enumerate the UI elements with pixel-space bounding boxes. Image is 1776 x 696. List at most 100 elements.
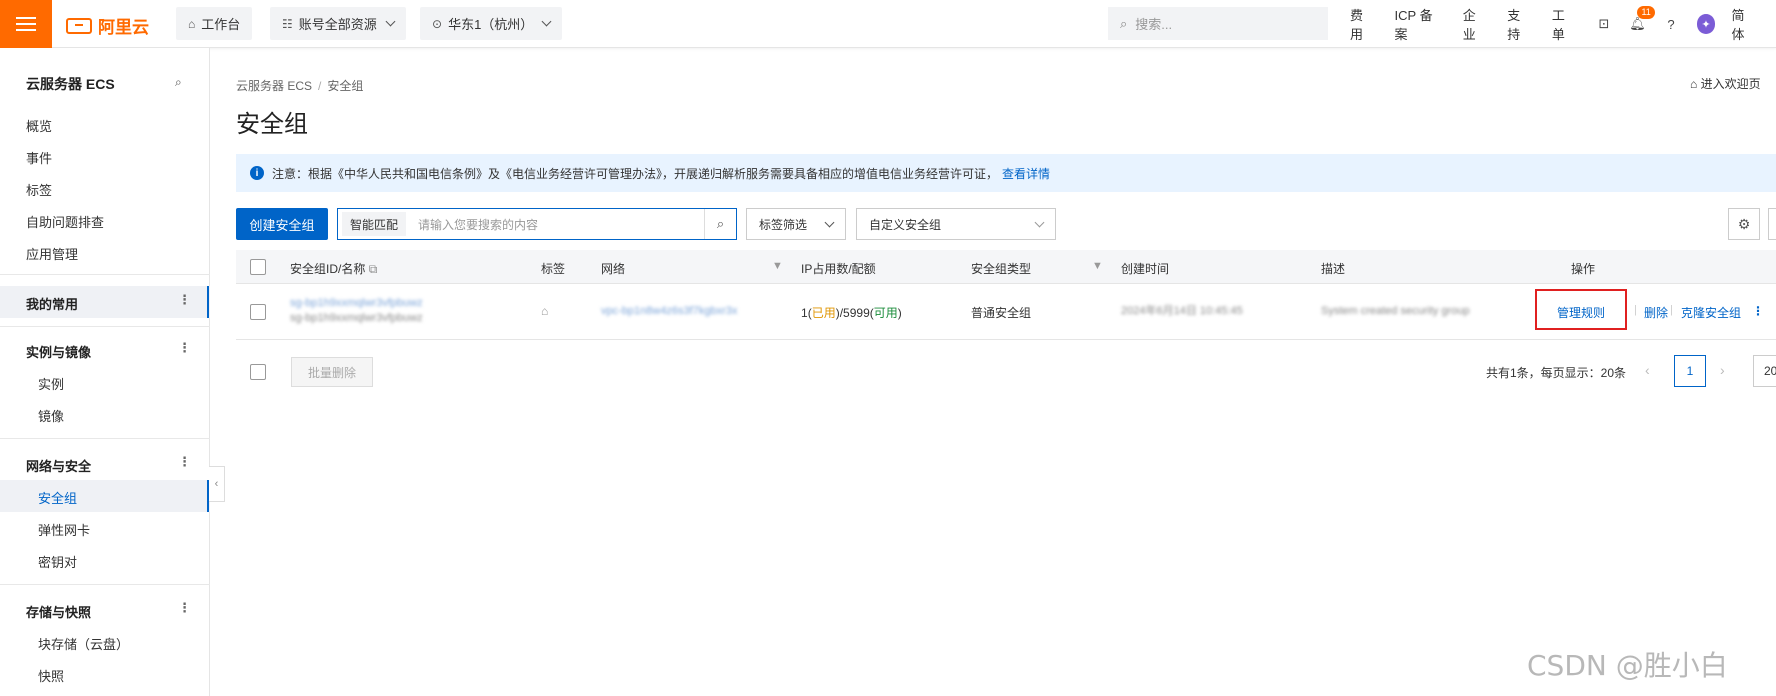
sidebar-item-security-group-row[interactable]: [0, 480, 210, 512]
chevron-down-icon: [1034, 217, 1045, 227]
created-time: 2024年6月14日 10:45:45: [1121, 305, 1243, 317]
chevron-left-icon: ‹: [214, 478, 219, 490]
sidebar-item-instances[interactable]: 实例: [38, 374, 64, 393]
col-header-network: 网络: [601, 262, 626, 276]
tag-filter-dropdown[interactable]: 标签筛选: [746, 208, 846, 240]
sidebar-group-storage-snapshots[interactable]: 存储与快照: [26, 602, 91, 621]
notice-details-link[interactable]: 查看详情: [1002, 165, 1050, 182]
sidebar: 云服务器 ECS ⌕ 概览 事件 标签 自助问题排查 应用管理 我的常用 ⋮ 实…: [0, 48, 210, 696]
breadcrumb-current: 安全组: [327, 79, 364, 93]
more-icon[interactable]: ⋮: [178, 455, 191, 468]
sidebar-item-overview[interactable]: 概览: [26, 116, 52, 135]
breadcrumb: 云服务器 ECS / 安全组: [236, 79, 364, 93]
sidebar-group-instances-images[interactable]: 实例与镜像: [26, 342, 91, 361]
bell-icon[interactable]: 🔔︎ 11: [1629, 6, 1655, 32]
vpc-link[interactable]: vpc-bp1n8w4z6s3f7kgbxr3x: [601, 304, 737, 319]
sidebar-item-eni[interactable]: 弹性网卡: [38, 520, 90, 539]
menu-icon: [16, 23, 36, 25]
manage-rules-link[interactable]: 管理规则: [1557, 304, 1605, 321]
sidebar-search-icon[interactable]: ⌕: [175, 75, 182, 90]
terminal-icon[interactable]: ⊡: [1596, 16, 1611, 32]
sidebar-item-troubleshoot[interactable]: 自助问题排查: [26, 212, 104, 231]
security-group-type: 普通安全组: [971, 306, 1032, 320]
more-icon[interactable]: ⋮: [178, 293, 191, 306]
sidebar-item-app-management[interactable]: 应用管理: [26, 244, 78, 263]
col-header-id: 安全组ID/名称 ⧉: [290, 262, 378, 276]
aliyun-logo-icon: [66, 17, 92, 34]
ip-quota-value: 1(已用)/5999(可用): [801, 306, 902, 320]
more-actions-icon[interactable]: ⋮: [1752, 304, 1764, 318]
sidebar-group-network-security[interactable]: 网络与安全: [26, 456, 91, 475]
hamburger-menu-button[interactable]: [0, 0, 52, 48]
search-box: 智能匹配 请输入您要搜索的内容 ⌕: [337, 208, 737, 240]
welcome-page-link[interactable]: ⌂ 进入欢迎页: [1690, 75, 1761, 92]
col-header-ip-quota: IP占用数/配额: [801, 262, 876, 276]
aliyun-logo[interactable]: 阿里云: [66, 13, 149, 38]
avatar[interactable]: ✦: [1696, 14, 1716, 34]
billing-link[interactable]: 费用: [1350, 5, 1375, 43]
download-button[interactable]: [1768, 208, 1776, 240]
enterprise-link[interactable]: 企业: [1463, 5, 1488, 43]
chevron-down-icon: [385, 16, 396, 27]
page-title: 安全组: [236, 111, 308, 138]
footer-select-all-checkbox[interactable]: [250, 364, 266, 380]
search-icon[interactable]: ⌕: [704, 209, 736, 239]
clone-security-group-link[interactable]: 克隆安全组: [1681, 304, 1741, 321]
filter-icon[interactable]: ▼: [772, 260, 783, 272]
sidebar-item-security-groups[interactable]: 安全组: [38, 488, 77, 507]
icp-link[interactable]: ICP 备案: [1395, 5, 1443, 43]
delete-link[interactable]: 删除: [1644, 304, 1668, 321]
sidebar-item-images[interactable]: 镜像: [38, 406, 64, 425]
location-icon: ⊙: [432, 16, 443, 31]
tag-icon[interactable]: ⌂: [541, 304, 548, 318]
next-page-icon[interactable]: ›: [1720, 362, 1725, 378]
sidebar-item-events[interactable]: 事件: [26, 148, 52, 167]
top-navigation-bar: 阿里云 ⌂ 工作台 ☷ 账号全部资源 ⊙ 华东1（杭州） ⌕ 搜索... 费用 ICP …: [0, 0, 1776, 48]
sidebar-item-tags[interactable]: 标签: [26, 180, 52, 199]
filter-icon[interactable]: ▼: [1092, 260, 1103, 272]
table-header: 安全组ID/名称 ⧉ 标签 网络 ▼ IP占用数/配额 安全组类型 ▼ 创建时间…: [236, 250, 1776, 284]
sidebar-item-block-storage[interactable]: 块存储（云盘）: [38, 634, 129, 653]
language-switch[interactable]: 简体: [1731, 5, 1756, 43]
sidebar-group-favorites[interactable]: 我的常用: [26, 294, 78, 313]
search-input[interactable]: 请输入您要搜索的内容: [418, 216, 704, 233]
home-icon: ⌂: [1690, 77, 1701, 91]
more-icon[interactable]: ⋮: [178, 341, 191, 354]
security-group-id-link[interactable]: sg-bp1h9xxmqlwr3vfpbuwz sg-bp1h9xxmqlwr3v…: [290, 296, 423, 326]
workbench-button[interactable]: ⌂ 工作台: [176, 7, 253, 40]
bulk-delete-button[interactable]: 批量删除: [291, 357, 373, 387]
page-size-select[interactable]: 20: [1753, 355, 1776, 387]
home-icon: ⌂: [188, 16, 196, 31]
global-search-input[interactable]: ⌕ 搜索...: [1108, 7, 1328, 40]
breadcrumb-ecs[interactable]: 云服务器 ECS: [236, 79, 312, 93]
sidebar-item-snapshots[interactable]: 快照: [38, 666, 64, 685]
sidebar-title: 云服务器 ECS: [26, 76, 115, 92]
col-header-tags: 标签: [541, 262, 566, 276]
select-all-checkbox[interactable]: [250, 259, 266, 275]
copy-icon: ⧉: [368, 262, 378, 276]
page-1-button[interactable]: 1: [1674, 355, 1706, 387]
prev-page-icon[interactable]: ‹: [1645, 362, 1650, 378]
settings-icon[interactable]: ⚙: [1728, 208, 1760, 240]
security-group-filter-dropdown[interactable]: 自定义安全组: [856, 208, 1056, 240]
sidebar-item-key-pairs[interactable]: 密钥对: [38, 552, 77, 571]
chevron-down-icon: [541, 16, 552, 27]
more-icon[interactable]: ⋮: [178, 601, 191, 614]
notification-badge: 11: [1637, 6, 1655, 19]
row-checkbox[interactable]: [250, 304, 266, 320]
region-dropdown[interactable]: ⊙ 华东1（杭州）: [420, 7, 563, 40]
help-icon[interactable]: ?: [1663, 16, 1678, 32]
search-icon: ⌕: [1120, 15, 1128, 31]
col-header-created: 创建时间: [1121, 262, 1170, 276]
create-security-group-button[interactable]: 创建安全组: [236, 208, 328, 240]
sidebar-collapse-handle[interactable]: ‹: [209, 466, 225, 502]
account-resources-dropdown[interactable]: ☷ 账号全部资源: [270, 7, 406, 40]
ticket-link[interactable]: 工单: [1552, 5, 1577, 43]
search-mode-select[interactable]: 智能匹配: [342, 212, 407, 236]
support-link[interactable]: 支持: [1507, 5, 1532, 43]
description-text: System created security group: [1321, 305, 1470, 317]
resource-icon: ☷: [282, 16, 293, 31]
col-header-actions: 操作: [1571, 262, 1596, 276]
notice-banner: i 注意：根据《中华人民共和国电信条例》及《电信业务经营许可管理办法》，开展递归…: [236, 154, 1776, 192]
col-header-description: 描述: [1321, 262, 1346, 276]
